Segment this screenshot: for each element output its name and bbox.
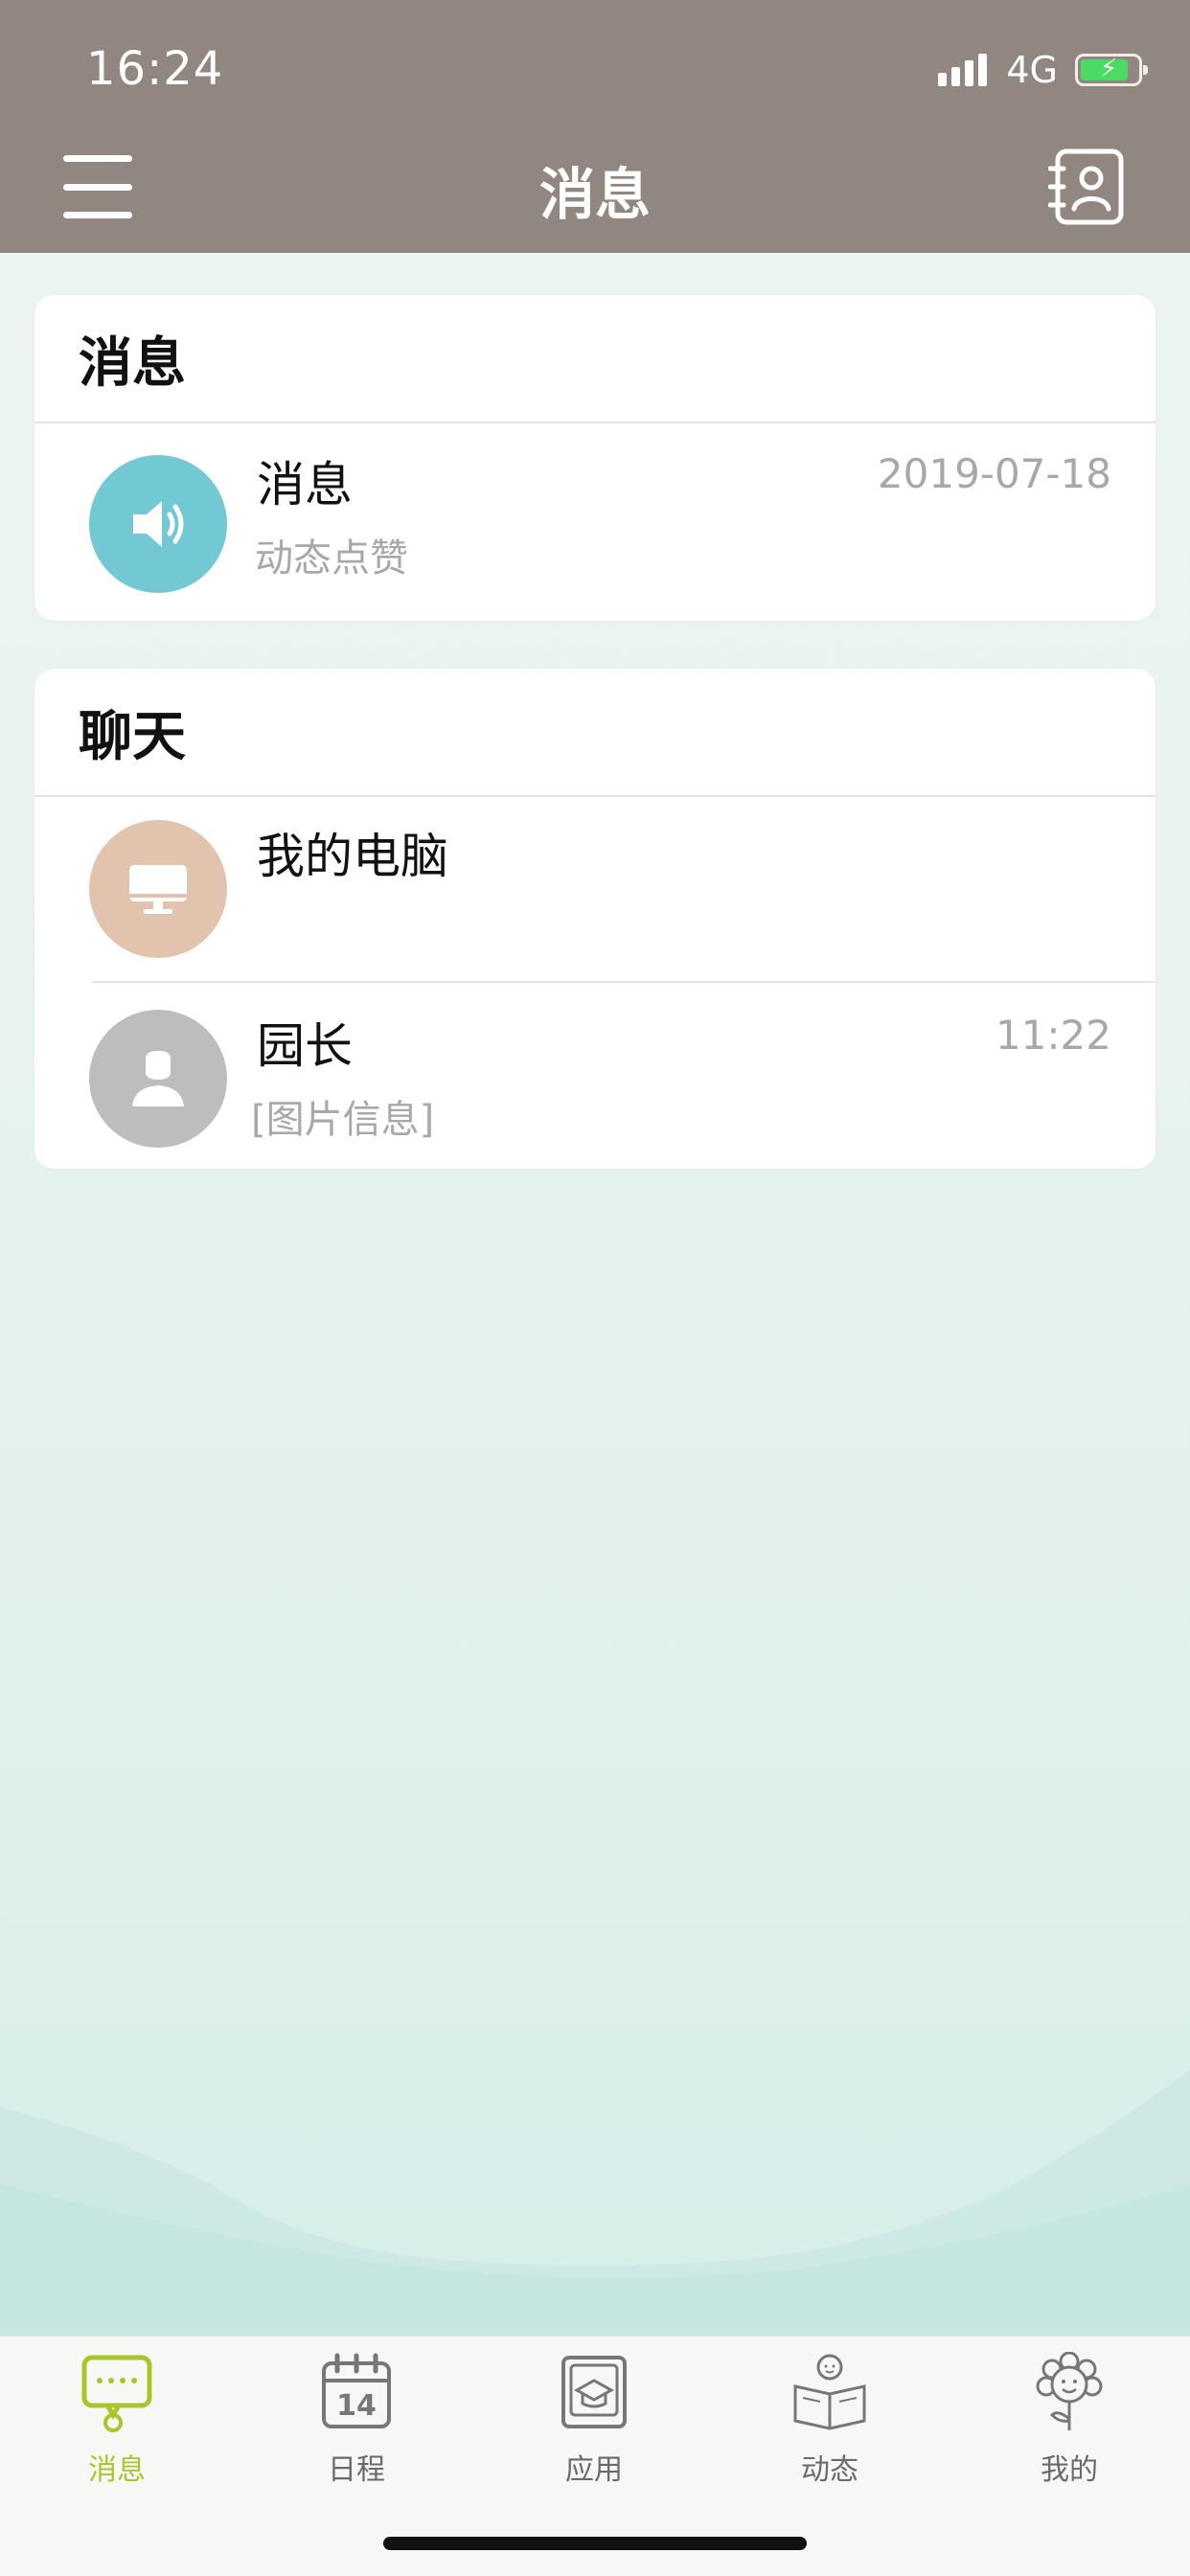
chat-bubble-icon [81,2355,152,2432]
calendar-day-number: 14 [336,2389,377,2423]
list-item-title: 我的电脑 [257,829,448,884]
tab-label: 日程 [328,2453,385,2487]
list-item-my-computer[interactable]: 我的电脑 [34,797,1156,983]
home-indicator[interactable] [383,2537,807,2550]
top-header: 16:24 4G ⚡ 消息 [0,0,1190,253]
calendar-icon: 14 [322,2353,391,2428]
tab-label: 消息 [88,2453,146,2487]
tab-mine[interactable]: 我的 [973,2352,1165,2496]
contacts-book-icon[interactable] [1047,148,1127,226]
apps-icon [561,2356,627,2428]
tab-label: 我的 [1041,2453,1098,2487]
list-item-subtitle: [图片信息] [251,1098,435,1142]
battery-tip [1143,65,1148,75]
signal-strength-icon [938,54,988,86]
chat-card: 聊天 我的电脑 园长 [图片信息] 11:22 [34,669,1156,1169]
charging-bolt-icon: ⚡ [1099,55,1118,83]
list-item-time: 11:22 [995,1012,1111,1059]
list-item-title: 园长 [257,1018,353,1074]
background-hills [0,2069,1190,2337]
status-time: 16:24 [86,42,224,96]
tab-apps[interactable]: 应用 [498,2352,690,2496]
page-title: 消息 [538,162,651,227]
chat-section-title: 聊天 [34,669,1156,797]
messages-card: 消息 消息 动态点赞 2019-07-18 [34,295,1156,621]
list-item-time: 2019-07-18 [877,450,1111,497]
tab-messages[interactable]: 消息 [21,2352,213,2496]
battery-icon: ⚡ [1075,54,1148,86]
network-type: 4G [1006,49,1058,91]
tab-moments[interactable]: 动态 [734,2352,926,2496]
monitor-icon [89,820,227,958]
messages-section-title: 消息 [34,295,1156,423]
list-item-principal[interactable]: 园长 [图片信息] 11:22 [34,983,1156,1169]
person-icon [89,1010,227,1148]
tab-schedule[interactable]: 14 日程 [261,2352,452,2496]
list-item-notice[interactable]: 消息 动态点赞 2019-07-18 [34,423,1156,621]
speaker-icon [89,455,227,593]
flower-face-icon [1036,2352,1103,2430]
reading-child-icon [793,2354,866,2430]
tab-label: 应用 [565,2453,623,2487]
tab-label: 动态 [801,2453,858,2487]
list-item-subtitle: 动态点赞 [255,536,408,581]
list-item-title: 消息 [257,457,353,513]
status-indicators: 4G ⚡ [938,46,1148,94]
